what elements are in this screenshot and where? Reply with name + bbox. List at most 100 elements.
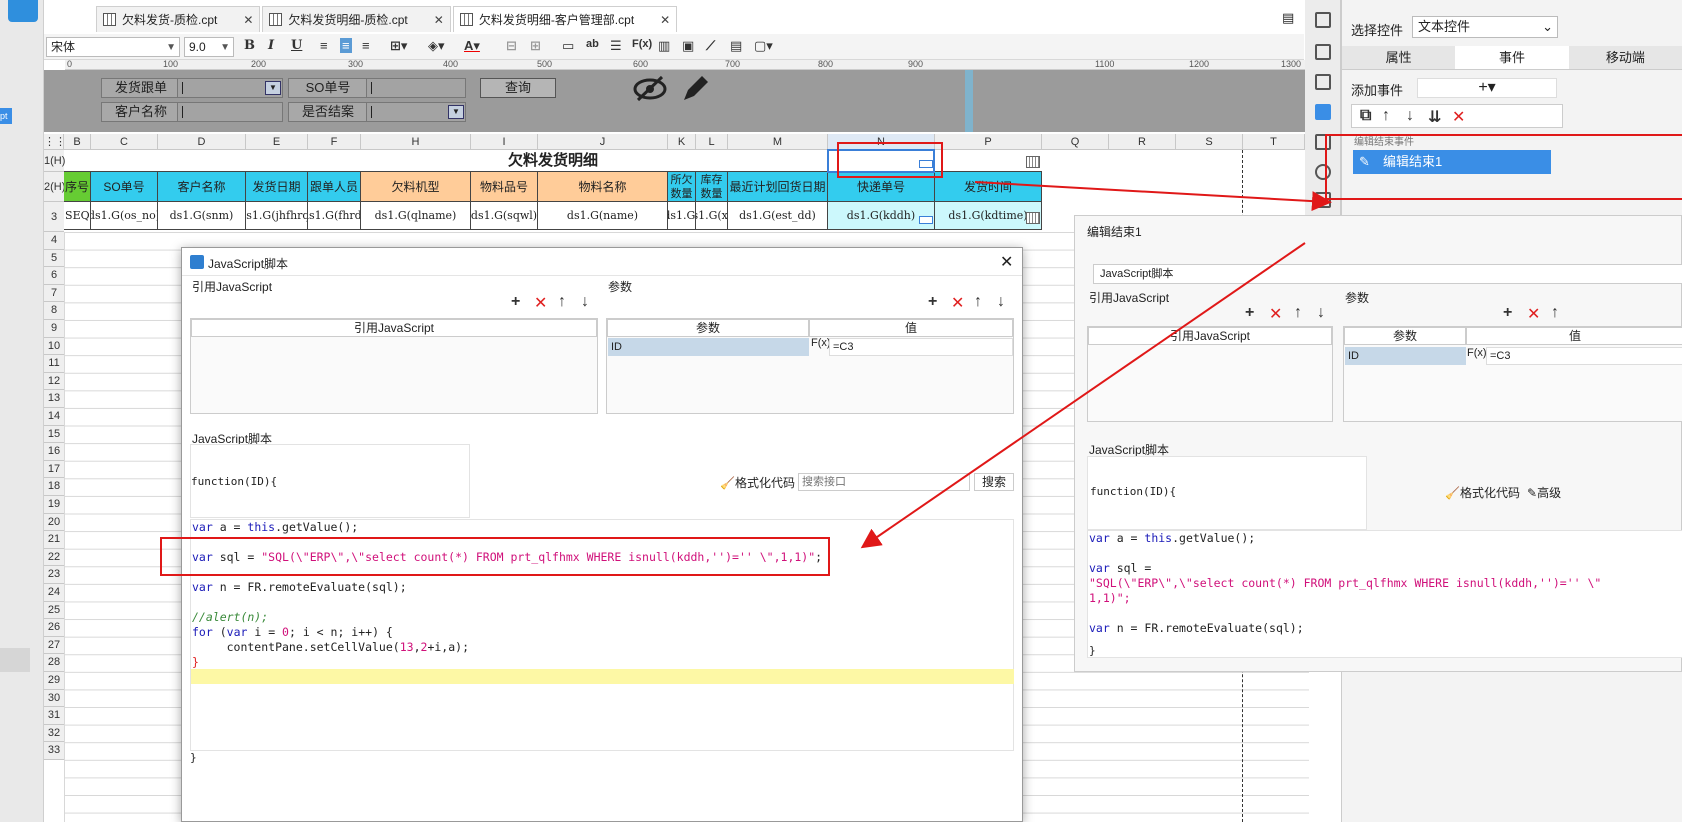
row-header-cell[interactable]: 20 — [44, 513, 64, 532]
add-event-button[interactable]: +▾ — [1417, 78, 1557, 98]
send-dropdown-icon[interactable]: ▼ — [265, 81, 281, 95]
row-header-cell[interactable]: 14 — [44, 408, 64, 426]
header-cell[interactable]: SO单号 — [91, 172, 158, 202]
row-header-cell[interactable]: 4 — [44, 232, 64, 250]
row-header-cell[interactable]: 24 — [44, 584, 64, 602]
move-up-icon[interactable]: ↑ — [1551, 304, 1559, 322]
query-button[interactable]: 查询 — [480, 78, 556, 98]
tab-file-1[interactable]: 欠料发货-质检.cpt ✕ — [96, 6, 261, 32]
control-icon[interactable] — [1315, 104, 1331, 120]
row-header-cell[interactable]: 9 — [44, 320, 64, 338]
col-l[interactable]: L — [696, 134, 728, 150]
text-icon[interactable]: ab — [586, 38, 599, 50]
delete-icon[interactable]: ✕ — [1527, 304, 1540, 324]
row-header-cell[interactable]: 30 — [44, 689, 64, 708]
frame-icon[interactable] — [1315, 74, 1331, 90]
unmerge-icon[interactable]: ⊞ — [530, 38, 541, 54]
row-header-cell[interactable]: 31 — [44, 707, 64, 725]
tab-properties[interactable]: 属性 — [1342, 46, 1455, 69]
align-right-icon[interactable]: ≡ — [362, 38, 370, 53]
move-up-icon[interactable]: ↑ — [1294, 304, 1302, 322]
delete-icon[interactable]: ✕ — [1452, 107, 1465, 127]
hide-eye-icon[interactable] — [632, 74, 668, 104]
border-icon[interactable]: ⊞▾ — [390, 38, 407, 54]
header-cell[interactable]: 最近计划回货日期 — [728, 172, 828, 202]
row-header-cell[interactable]: 10 — [44, 337, 64, 356]
row-header-cell[interactable]: 17 — [44, 460, 64, 479]
delete-icon[interactable]: ✕ — [534, 293, 547, 313]
data-cell[interactable]: ds1.G(snm) — [158, 202, 246, 230]
row-header-cell[interactable]: 7 — [44, 284, 64, 303]
customer-input[interactable] — [177, 102, 283, 122]
tab-mobile[interactable]: 移动端 — [1569, 46, 1682, 69]
move-down-icon[interactable]: ↓ — [1406, 107, 1414, 125]
row-header-cell[interactable]: 13 — [44, 390, 64, 408]
move-up-icon[interactable]: ↑ — [558, 293, 566, 311]
col-j[interactable]: J — [538, 134, 668, 150]
add-icon[interactable]: + — [1245, 304, 1254, 322]
row-header-cell[interactable]: 18 — [44, 478, 64, 496]
format-code-button[interactable]: 🧹格式化代码 — [1445, 484, 1520, 501]
chart-icon[interactable]: ▥ — [658, 38, 670, 54]
col-t[interactable]: T — [1243, 134, 1305, 150]
add-icon[interactable]: + — [1503, 304, 1512, 322]
header-cell[interactable]: 欠料机型 — [361, 172, 471, 202]
copy-icon[interactable]: ⧉ — [1360, 107, 1371, 125]
header-cell[interactable]: 物料名称 — [538, 172, 668, 202]
paragraph-icon[interactable]: ☰ — [610, 38, 622, 54]
row-header-cell[interactable]: 28 — [44, 654, 64, 672]
param-value-cell[interactable]: =C3 — [829, 338, 1013, 356]
data-cell[interactable]: ds1.G( — [668, 202, 696, 230]
row-header-cell[interactable]: 32 — [44, 724, 64, 743]
col-r[interactable]: R — [1109, 134, 1176, 150]
row-header-cell[interactable]: 22 — [44, 548, 64, 567]
row-header-cell[interactable]: 27 — [44, 636, 64, 655]
select-all-icon[interactable]: ⋮⋮ — [44, 134, 66, 150]
slash-icon[interactable]: ⟋ — [706, 38, 715, 54]
close-icon[interactable]: ✕ — [1000, 252, 1013, 272]
calendar-icon[interactable] — [1026, 156, 1040, 168]
merge-icon[interactable]: ⊟ — [506, 38, 517, 54]
search-button[interactable]: 搜索 — [974, 473, 1014, 491]
close-icon[interactable]: ✕ — [660, 13, 670, 27]
header-cell[interactable]: 所欠数量 — [668, 172, 696, 202]
row-header-cell[interactable]: 21 — [44, 531, 64, 549]
side-opt-tag[interactable]: pt — [0, 108, 12, 124]
tab-events[interactable]: 事件 — [1455, 46, 1569, 69]
formula-icon[interactable]: F(x) — [1467, 347, 1487, 359]
data-cell[interactable]: ds1.G(qlname) — [361, 202, 471, 230]
italic-icon[interactable]: I — [268, 38, 274, 53]
row-header-cell[interactable]: 29 — [44, 672, 64, 690]
col-b[interactable]: B — [64, 134, 91, 150]
col-p[interactable]: P — [935, 134, 1042, 150]
add-icon[interactable]: + — [511, 293, 520, 311]
row-header-cell[interactable]: 6 — [44, 267, 64, 285]
row-header-cell[interactable]: 33 — [44, 742, 64, 760]
so-input[interactable] — [366, 78, 466, 98]
col-q[interactable]: Q — [1042, 134, 1109, 150]
col-e[interactable]: E — [246, 134, 308, 150]
row-header-cell[interactable]: 2(H) — [44, 172, 65, 202]
move-up-icon[interactable]: ↑ — [974, 293, 982, 311]
header-cell[interactable]: 跟单人员 — [308, 172, 361, 202]
row-header-cell[interactable]: 1(H) — [44, 150, 65, 172]
header-cell[interactable]: 发货日期 — [246, 172, 308, 202]
move-up-icon[interactable]: ↑ — [1382, 107, 1390, 125]
closed-dropdown-icon[interactable]: ▼ — [448, 105, 464, 119]
move-down-icon[interactable]: ↓ — [581, 293, 589, 311]
data-cell[interactable]: ds1.G(est_dd) — [728, 202, 828, 230]
param-value-cell[interactable]: =C3 — [1486, 347, 1682, 365]
row-header-cell[interactable]: 11 — [44, 355, 64, 373]
move-bottom-icon[interactable]: ⇊ — [1428, 107, 1441, 127]
param-name-cell[interactable]: ID — [608, 338, 809, 356]
calendar-icon[interactable] — [1026, 212, 1040, 224]
row-header-cell[interactable]: 15 — [44, 425, 64, 444]
data-cell[interactable]: ds1.G(sqwl) — [471, 202, 538, 230]
col-c[interactable]: C — [91, 134, 158, 150]
image-icon[interactable]: ▣ — [682, 38, 694, 54]
widget-icon[interactable] — [1315, 12, 1331, 28]
font-color-icon[interactable]: A▾ — [464, 38, 480, 54]
col-d[interactable]: D — [158, 134, 246, 150]
row-header-cell[interactable]: 26 — [44, 619, 64, 637]
col-i[interactable]: I — [471, 134, 538, 150]
